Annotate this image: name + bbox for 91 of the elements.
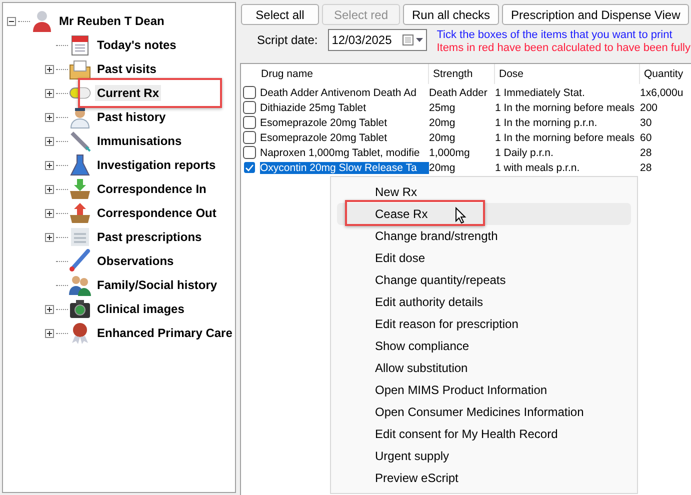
table-cell-text: 1 Immediately Stat. <box>495 86 586 98</box>
people-icon <box>68 273 92 297</box>
tree-item[interactable]: Correspondence Out <box>95 205 218 221</box>
table-cell-text: 1 Daily p.r.n. <box>495 146 554 158</box>
table-cell-text: Esomeprazole 20mg Tablet <box>260 116 388 128</box>
menu-item[interactable]: Urgent supply <box>337 445 631 467</box>
table-cell-text: 60 <box>640 132 653 144</box>
table-cell-text: 25mg <box>429 102 456 114</box>
expand-icon[interactable] <box>45 184 54 194</box>
table-cell-text: 28 <box>640 146 653 158</box>
expand-icon[interactable] <box>45 160 54 170</box>
column-header[interactable]: Drug name <box>241 64 429 84</box>
column-header[interactable]: Strength <box>429 64 495 84</box>
checkbox[interactable] <box>243 131 256 144</box>
expand-icon[interactable] <box>45 208 54 218</box>
thermometer-icon <box>68 249 92 273</box>
menu-item[interactable]: New Rx <box>337 181 631 203</box>
expand-icon[interactable] <box>45 328 54 338</box>
table-cell-text: Dithiazide 25mg Tablet <box>260 102 368 114</box>
person-icon <box>30 9 54 33</box>
table-cell: Oxycontin 20mg Slow Release Ta <box>260 162 429 174</box>
menu-item[interactable]: Show compliance <box>337 335 631 357</box>
pointer-cursor-icon <box>455 207 467 224</box>
tree-item[interactable]: Past history <box>95 109 168 125</box>
inbox-icon <box>68 177 92 201</box>
table-cell-text: 200 <box>640 102 659 114</box>
table-cell-text: 28 <box>640 162 653 174</box>
toolbar-button[interactable]: Select all <box>241 4 319 25</box>
column-header[interactable]: Quantity <box>640 64 688 84</box>
syringe-icon <box>68 129 92 153</box>
tree-item[interactable]: Investigation reports <box>95 157 218 173</box>
table-cell-text: 1 In the morning before meals <box>495 102 636 114</box>
column-header[interactable]: Dose <box>495 64 640 84</box>
field-label: Script date: <box>257 33 318 47</box>
tree-item[interactable]: Family/Social history <box>95 277 220 293</box>
menu-item[interactable]: Edit consent for My Health Record <box>337 423 631 445</box>
table-cell-text: 30 <box>640 116 653 128</box>
tree-item[interactable]: Past prescriptions <box>95 229 204 245</box>
table-cell-text: 20mg <box>429 132 456 144</box>
calendar-dropdown-icon[interactable] <box>402 34 424 46</box>
menu-item[interactable]: Edit reason for prescription <box>337 313 631 335</box>
date-field[interactable]: 12/03/2025 <box>328 29 427 51</box>
document-icon <box>68 225 92 249</box>
table-cell-text: 1 with meals p.r.n. <box>495 162 581 174</box>
menu-item[interactable]: Change quantity/repeats <box>337 269 631 291</box>
table-cell-text: 20mg <box>429 116 456 128</box>
notice-text: Tick the boxes of the items that you want to print <box>436 29 674 42</box>
tree-item[interactable]: Correspondence In <box>95 181 208 197</box>
checkbox[interactable] <box>243 86 256 99</box>
table-cell-text: 20mg <box>429 162 456 174</box>
table-cell-text: Naproxen 1,000mg Tablet, modifie <box>260 146 421 158</box>
table-cell-text: 1 In the morning before meals <box>495 132 636 144</box>
notice-text: Items in red have been calculated to have been fully <box>436 42 690 55</box>
tree-item[interactable]: Observations <box>95 253 176 269</box>
checkbox[interactable] <box>243 146 256 159</box>
flask-icon <box>68 153 92 177</box>
toolbar-button[interactable]: Prescription and Dispense View <box>502 4 690 25</box>
table-cell-text: 1x6,000u <box>640 86 684 98</box>
expand-icon[interactable] <box>45 232 54 242</box>
table-cell-text: Death Adder <box>429 86 488 98</box>
table-cell-text: Death Adder Antivenom Death Ad <box>260 86 418 98</box>
menu-item[interactable]: Edit authority details <box>337 291 631 313</box>
menu-item[interactable]: Preview eScript <box>337 467 631 489</box>
checkbox[interactable] <box>243 101 256 114</box>
expand-icon[interactable] <box>45 136 54 146</box>
expand-icon[interactable] <box>45 64 54 74</box>
table-cell-text: Esomeprazole 20mg Tablet <box>260 132 388 144</box>
tree-item[interactable]: Immunisations <box>95 133 184 149</box>
menu-item[interactable]: Edit dose <box>337 247 631 269</box>
camera-icon <box>68 297 92 321</box>
collapse-icon[interactable] <box>7 16 16 26</box>
tree-item[interactable]: Mr Reuben T Dean <box>57 13 166 29</box>
menu-item[interactable]: Change brand/strength <box>337 225 631 247</box>
tree-item[interactable]: Current Rx <box>95 85 162 101</box>
menu-item[interactable]: Cease Rx <box>337 203 631 225</box>
doctor-icon <box>68 105 92 129</box>
tree-item[interactable]: Clinical images <box>95 301 186 317</box>
outbox-icon <box>68 201 92 225</box>
toolbar-button[interactable]: Run all checks <box>403 4 500 25</box>
table-cell-text: 1 In the morning p.r.n. <box>495 116 598 128</box>
menu-item[interactable]: Open MIMS Product Information <box>337 379 631 401</box>
checkbox[interactable] <box>243 116 256 129</box>
tree-item[interactable]: Past visits <box>95 61 158 77</box>
menu-item[interactable]: Open Consumer Medicines Information <box>337 401 631 423</box>
menu-item[interactable]: Allow substitution <box>337 357 631 379</box>
tree-item[interactable]: Today's notes <box>95 37 178 53</box>
expand-icon[interactable] <box>45 112 54 122</box>
table-cell-text: 1,000mg <box>429 146 471 158</box>
expand-icon[interactable] <box>45 88 54 98</box>
tree-item[interactable]: Enhanced Primary Care <box>95 325 234 341</box>
expand-icon[interactable] <box>45 304 54 314</box>
